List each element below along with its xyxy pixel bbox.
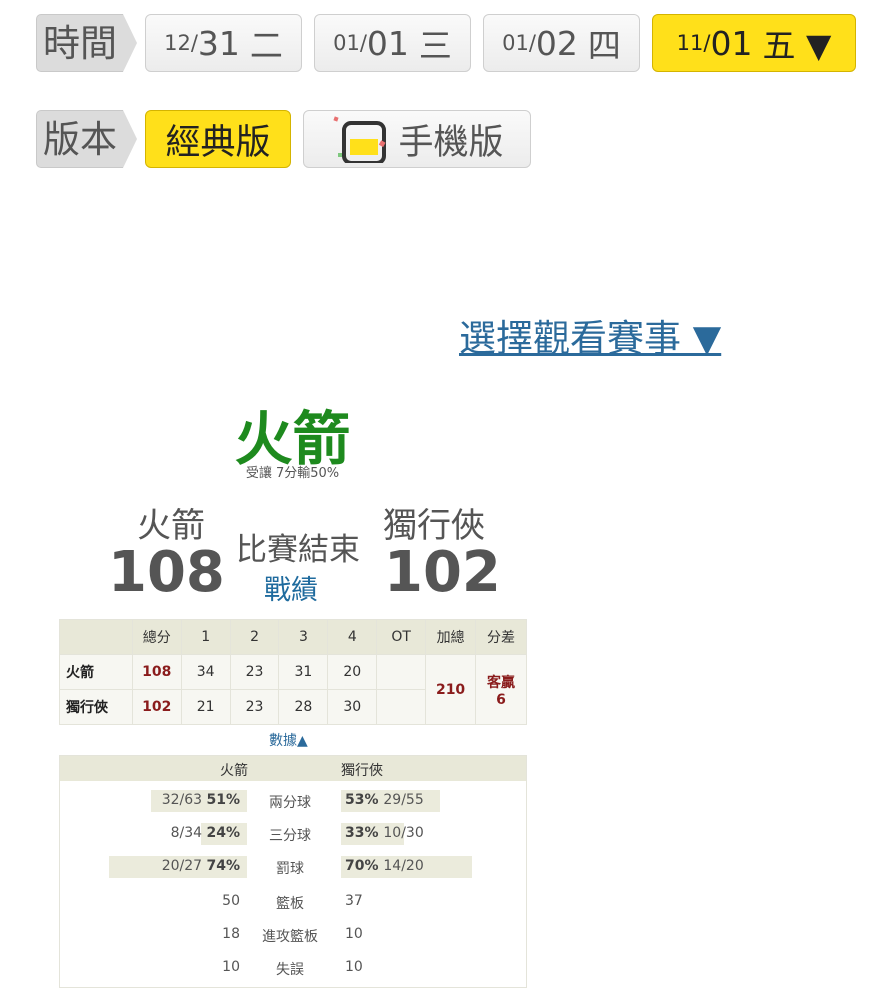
combined-total-cell: 210 (425, 654, 477, 725)
date-button-1231[interactable]: 12/31 二 (145, 14, 302, 72)
select-game-link[interactable]: 選擇觀看賽事 ▼ (459, 308, 721, 362)
version-label: 版本 (36, 110, 137, 168)
stat-away-raw: 32/63 (161, 792, 207, 808)
stats-panel: 火箭 獨行俠 32/63 51% 兩分球 53% 29/55 8/34 24% 三分球 3… (59, 755, 527, 988)
stat-label: 兩分球 (269, 795, 311, 811)
stat-away-raw: 8/34 (170, 825, 207, 841)
quarter-cell: 34 (180, 654, 231, 690)
date-weekday: 四 (587, 26, 621, 65)
stat-label: 籃板 (276, 896, 304, 912)
stat-label: 進攻籃板 (262, 929, 318, 945)
stat-home-value: 33% 10/30 (345, 825, 424, 841)
date-day: 01 (710, 23, 753, 63)
stat-home-pct: 53% (345, 792, 384, 808)
version-selector: 版本 經典版 手機版 (36, 110, 543, 168)
diff-result: 客贏 (487, 674, 516, 691)
header-cell: 2 (229, 619, 280, 655)
stat-home-value: 70% 14/20 (345, 858, 424, 874)
header-cell: 加總 (425, 619, 477, 655)
handicap-info: 受讓 7分輸50% (245, 466, 340, 481)
stat-home-raw: 14/20 (383, 858, 424, 874)
stat-row: 20/27 74% 罰球 70% 14/20 (60, 856, 526, 878)
stats-away-team: 火箭 (220, 763, 248, 779)
date-day: 01 (366, 23, 409, 63)
point-diff-cell: 客贏 6 (475, 654, 527, 725)
date-day: 02 (535, 23, 578, 63)
stat-label: 三分球 (269, 828, 311, 844)
quarter-cell: 23 (229, 689, 280, 725)
classic-version-button[interactable]: 經典版 (145, 110, 291, 168)
quarter-cell: 20 (327, 654, 378, 690)
stat-away-raw: 20/27 (161, 858, 207, 874)
stat-row: 8/34 24% 三分球 33% 10/30 (60, 823, 526, 845)
header-cell (59, 619, 133, 655)
time-label: 時間 (36, 14, 137, 72)
score-table: 總分 1 2 3 4 OT 加總 分差 火箭 108 34 23 31 20 2… (59, 619, 527, 725)
stat-home-pct: 33% (345, 825, 384, 841)
stat-away-value: 8/34 24% (171, 825, 240, 841)
total-cell: 108 (131, 654, 182, 690)
quarter-cell: 30 (327, 689, 378, 725)
stat-label: 失誤 (276, 962, 304, 978)
quarter-cell: 21 (180, 689, 231, 725)
stat-home-raw: 10/30 (383, 825, 424, 841)
stat-home-value: 10 (345, 959, 363, 975)
total-cell: 102 (131, 689, 182, 725)
stat-home-value: 37 (345, 893, 363, 909)
stat-label: 罰球 (276, 861, 304, 877)
stats-home-team: 獨行俠 (341, 763, 383, 779)
date-month: 12/ (164, 31, 198, 55)
header-cell: 4 (327, 619, 378, 655)
stat-row: 10 失誤 10 (60, 957, 526, 979)
team-cell: 火箭 (59, 654, 133, 690)
date-selector: 時間 12/31 二 01/01 三 01/02 四 11/01 五 ▼ (36, 14, 868, 72)
stat-row: 32/63 51% 兩分球 53% 29/55 (60, 790, 526, 812)
date-day: 31 (197, 23, 240, 63)
ot-cell (376, 654, 427, 690)
date-month: 01/ (333, 31, 367, 55)
date-weekday: 二 (249, 26, 283, 65)
date-weekday: 五 ▼ (762, 26, 832, 65)
table-row: 火箭 108 34 23 31 20 210 客贏 6 (59, 654, 527, 725)
stat-row: 50 籃板 37 (60, 891, 526, 913)
stat-away-value: 20/27 74% (162, 858, 240, 874)
quarter-cell: 31 (278, 654, 329, 690)
date-month: 11/ (676, 31, 711, 55)
quarter-cell: 23 (229, 654, 280, 690)
stat-home-raw: 29/55 (383, 792, 424, 808)
mobile-version-label: 手機版 (398, 122, 504, 163)
stats-header: 火箭 獨行俠 (60, 756, 526, 781)
game-status: 比賽結束 (236, 532, 360, 568)
home-team-score: 102 (384, 540, 501, 605)
record-link[interactable]: 戰績 (264, 568, 318, 607)
away-team-score: 108 (108, 540, 225, 605)
date-button-0102[interactable]: 01/02 四 (483, 14, 640, 72)
diff-value: 6 (496, 691, 506, 708)
date-button-0101[interactable]: 01/01 三 (314, 14, 471, 72)
stat-away-value: 32/63 51% (162, 792, 240, 808)
date-dropdown-1101[interactable]: 11/01 五 ▼ (652, 14, 856, 72)
header-cell: OT (376, 619, 427, 655)
stat-home-pct: 70% (345, 858, 384, 874)
stat-row: 18 進攻籃板 10 (60, 924, 526, 946)
header-cell: 3 (278, 619, 329, 655)
score-table-header: 總分 1 2 3 4 OT 加總 分差 (59, 619, 527, 655)
team-cell: 獨行俠 (59, 689, 133, 725)
mobile-version-button[interactable]: 手機版 (303, 110, 531, 168)
header-cell: 總分 (131, 619, 182, 655)
ot-cell (376, 689, 427, 725)
phone-icon (330, 115, 388, 165)
date-weekday: 三 (418, 26, 452, 65)
header-cell: 1 (180, 619, 231, 655)
stat-home-value: 10 (345, 926, 363, 942)
date-month: 01/ (502, 31, 536, 55)
stat-home-value: 53% 29/55 (345, 792, 424, 808)
header-cell: 分差 (475, 619, 527, 655)
quarter-cell: 28 (278, 689, 329, 725)
stats-toggle[interactable]: 數據▲ (269, 730, 308, 750)
